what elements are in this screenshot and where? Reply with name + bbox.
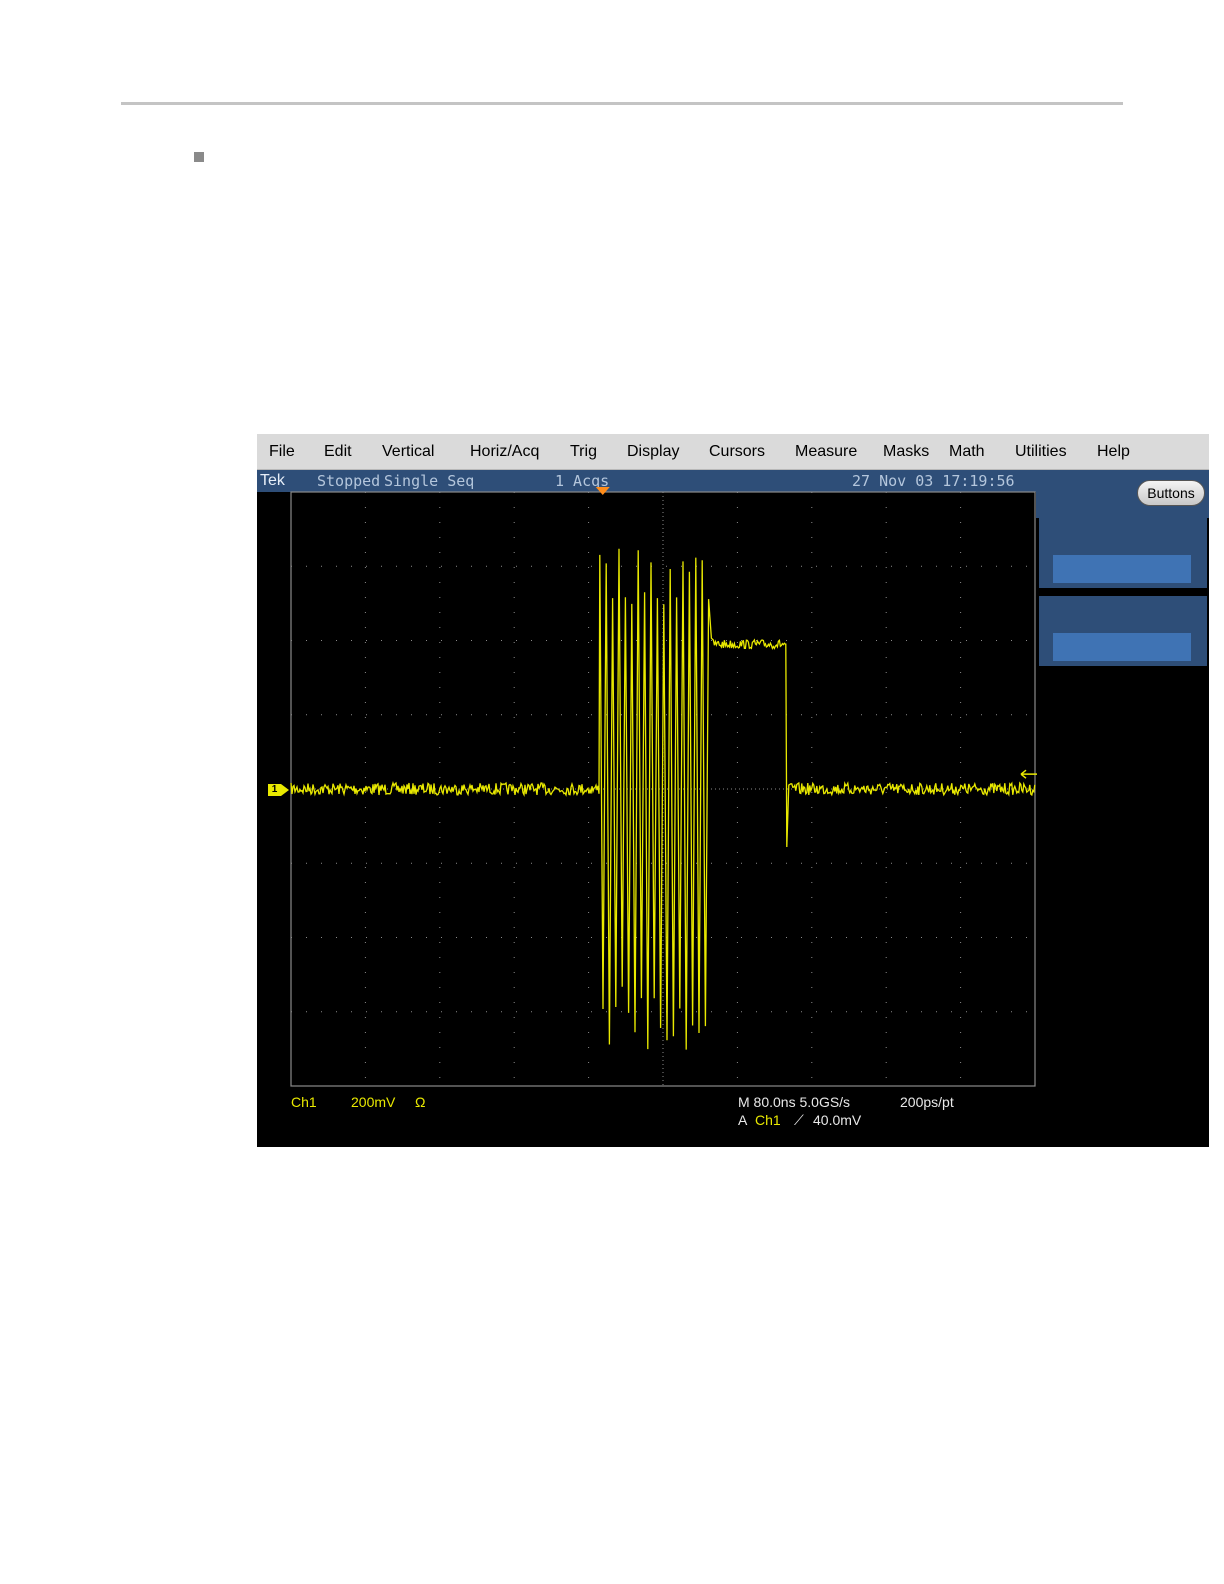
trigger-source: Ch1 (755, 1112, 781, 1128)
channel-1-ground-marker[interactable]: 1 (268, 784, 281, 796)
trigger-prefix: A (738, 1112, 748, 1128)
waveform-display (290, 487, 1037, 1087)
trigger-position-marker-icon (595, 487, 610, 495)
resolution-readout: 200ps/pt (900, 1094, 954, 1110)
oscilloscope-window: File Edit Vertical Horiz/Acq Trig Displa… (257, 434, 1209, 1147)
timebase-readout: M 80.0ns 5.0GS/s (738, 1094, 851, 1110)
bullet-marker (194, 152, 204, 162)
channel-1-marker-arrow-icon (281, 784, 289, 796)
volts-per-div: 200mV (351, 1094, 396, 1110)
top-rule (121, 102, 1123, 105)
trigger-level: 40.0mV (813, 1112, 862, 1128)
impedance-icon: Ω (415, 1094, 426, 1110)
trigger-slope-icon: ⟋ (794, 1112, 804, 1128)
channel-label: Ch1 (291, 1094, 317, 1110)
channel-1-waveform (290, 548, 1036, 1050)
